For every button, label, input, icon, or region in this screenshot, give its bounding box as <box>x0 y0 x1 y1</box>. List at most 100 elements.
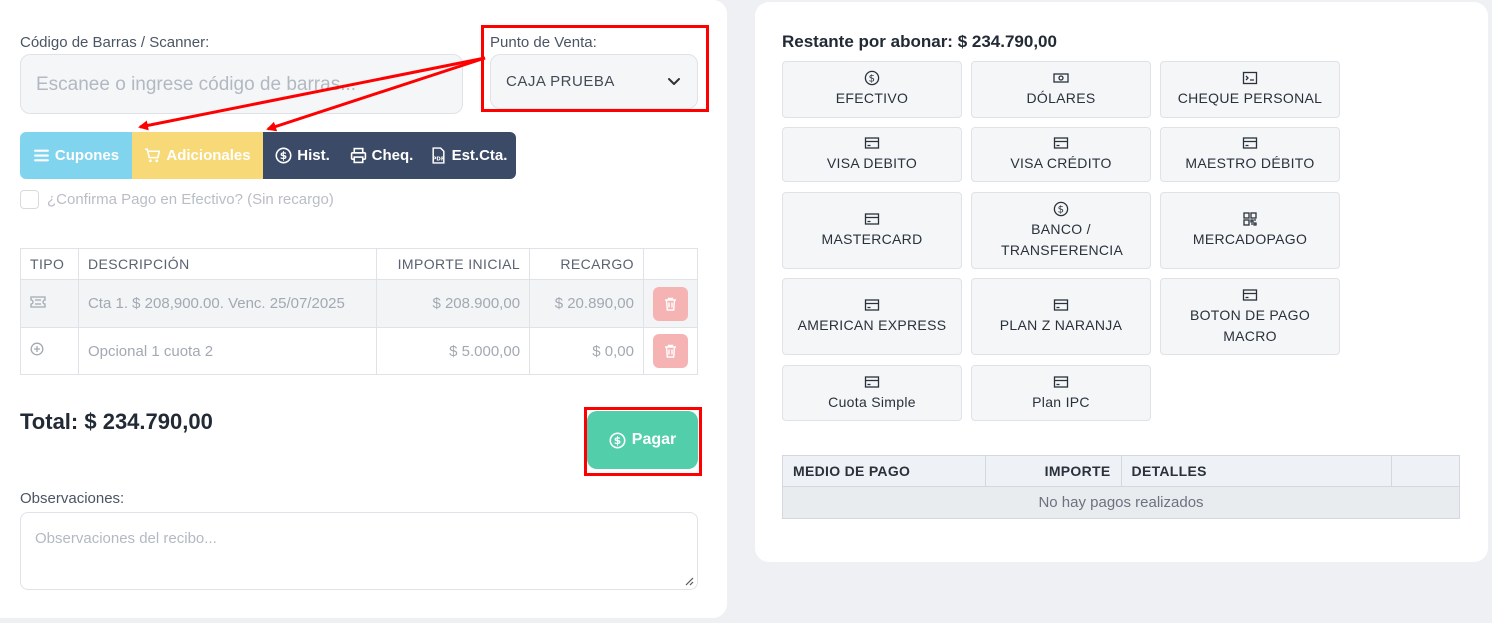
pagos-table: MEDIO DE PAGO IMPORTE DETALLES No hay pa… <box>782 455 1460 519</box>
pm-plan-ipc-button[interactable]: Plan IPC <box>971 365 1151 421</box>
col-tipo: TIPO <box>20 248 79 280</box>
table-row: Cta 1. $ 208,900.00. Venc. 25/07/2025 $ … <box>20 279 699 328</box>
pm-mercadopago-button[interactable]: MERCADOPAGO <box>1160 192 1340 269</box>
pm-banco-transferencia-button[interactable]: $ BANCO / TRANSFERENCIA <box>971 192 1151 269</box>
col-importe: IMPORTE <box>984 455 1122 487</box>
confirm-efectivo-label: ¿Confirma Pago en Efectivo? (Sin recargo… <box>47 191 334 208</box>
annotation-box <box>584 407 702 476</box>
descripcion-cell: Cta 1. $ 208,900.00. Venc. 25/07/2025 <box>77 279 378 328</box>
svg-text:$: $ <box>280 149 287 162</box>
pm-label: MASTERCARD <box>821 231 923 247</box>
restante-amount: Restante por abonar: $ 234.790,00 <box>782 32 1057 51</box>
cheque-button[interactable]: Cheq. <box>342 132 421 179</box>
pm-label: AMERICAN EXPRESS <box>797 317 947 333</box>
estado-cuenta-label: Est.Cta. <box>451 147 508 164</box>
observaciones-label: Observaciones: <box>20 490 125 507</box>
pm-label: Cuota Simple <box>828 393 916 410</box>
qr-code-icon <box>1243 212 1257 226</box>
cupones-button[interactable]: Cupones <box>20 132 132 179</box>
col-acciones <box>642 248 699 280</box>
trash-icon <box>664 297 676 311</box>
cash-icon <box>1053 73 1069 83</box>
recargo-cell: $ 0,00 <box>529 327 644 375</box>
cart-icon <box>145 148 161 163</box>
col-acciones <box>1391 455 1460 487</box>
credit-card-icon <box>1053 299 1069 311</box>
historial-button[interactable]: $ Hist. <box>263 132 342 179</box>
pm-label: Plan IPC <box>1032 393 1090 410</box>
items-table: TIPO DESCRIPCIÓN IMPORTE INICIAL RECARGO… <box>20 248 699 375</box>
ticket-icon <box>30 296 46 308</box>
dollar-circle-icon: $ <box>864 70 880 86</box>
confirm-efectivo-checkbox[interactable] <box>20 190 39 209</box>
dollar-circle-icon: $ <box>1053 201 1069 216</box>
historial-label: Hist. <box>297 147 330 164</box>
pm-label: MAESTRO DÉBITO <box>1185 155 1315 171</box>
recargo-cell: $ 20.890,00 <box>529 279 644 328</box>
adicionales-button[interactable]: Adicionales <box>132 132 263 179</box>
svg-text:$: $ <box>869 74 876 85</box>
pagos-table-header: MEDIO DE PAGO IMPORTE DETALLES <box>782 455 1460 487</box>
confirm-efectivo-row: ¿Confirma Pago en Efectivo? (Sin recargo… <box>20 190 334 209</box>
pm-label: VISA DEBITO <box>826 155 918 171</box>
items-table-header: TIPO DESCRIPCIÓN IMPORTE INICIAL RECARGO <box>20 248 699 280</box>
col-recargo: RECARGO <box>529 248 644 280</box>
dollar-circle-icon: $ <box>275 147 292 164</box>
printer-icon <box>350 147 366 164</box>
col-descripcion: DESCRIPCIÓN <box>77 248 378 280</box>
col-detalles: DETALLES <box>1120 455 1393 487</box>
pm-label: VISA CRÉDITO <box>1010 155 1112 171</box>
tipo-cell <box>20 327 79 375</box>
pagos-empty-message: No hay pagos realizados <box>782 486 1460 519</box>
pm-cheque-personal-button[interactable]: CHEQUE PERSONAL <box>1160 61 1340 118</box>
importe-cell: $ 208.900,00 <box>376 279 531 328</box>
pm-label: BANCO / TRANSFERENCIA <box>1001 220 1124 258</box>
pm-label: BOTON DE PAGO MACRO <box>1189 306 1311 344</box>
credit-card-icon <box>864 213 880 225</box>
barcode-label: Código de Barras / Scanner: <box>20 34 210 51</box>
observaciones-placeholder: Observaciones del recibo... <box>35 530 217 547</box>
credit-card-icon <box>864 299 880 311</box>
pm-visa-credito-button[interactable]: VISA CRÉDITO <box>971 127 1151 182</box>
pm-american-express-button[interactable]: AMERICAN EXPRESS <box>782 278 962 355</box>
credit-card-icon <box>1053 137 1069 149</box>
col-medio-pago: MEDIO DE PAGO <box>782 455 986 487</box>
credit-card-icon <box>864 375 880 388</box>
total-amount: Total: $ 234.790,00 <box>20 409 213 434</box>
pm-maestro-debito-button[interactable]: MAESTRO DÉBITO <box>1160 127 1340 182</box>
adicionales-label: Adicionales <box>166 147 251 164</box>
pm-label: CHEQUE PERSONAL <box>1177 90 1323 106</box>
cheque-label: Cheq. <box>371 147 414 164</box>
action-button-group: Cupones Adicionales $ Hist. Cheq. PDF Es… <box>20 132 516 179</box>
svg-text:$: $ <box>1058 204 1065 215</box>
pm-label: PLAN Z NARANJA <box>999 317 1123 333</box>
tipo-cell <box>20 279 79 328</box>
col-importe-inicial: IMPORTE INICIAL <box>376 248 531 280</box>
pm-visa-debito-button[interactable]: VISA DEBITO <box>782 127 962 182</box>
pm-boton-pago-macro-button[interactable]: BOTON DE PAGO MACRO <box>1160 278 1340 355</box>
descripcion-cell: Opcional 1 cuota 2 <box>77 327 378 375</box>
pm-label: DÓLARES <box>1026 90 1096 106</box>
plus-circle-icon <box>30 342 44 356</box>
delete-button[interactable] <box>652 286 688 321</box>
svg-text:PDF: PDF <box>432 156 444 162</box>
pm-efectivo-button[interactable]: $ EFECTIVO <box>782 61 962 118</box>
pm-mastercard-button[interactable]: MASTERCARD <box>782 192 962 269</box>
terminal-icon <box>1242 71 1258 85</box>
delete-button[interactable] <box>652 334 688 368</box>
estado-cuenta-button[interactable]: PDF Est.Cta. <box>421 132 516 179</box>
trash-icon <box>664 344 676 358</box>
pm-label: MERCADOPAGO <box>1192 231 1308 247</box>
acciones-cell <box>642 327 699 375</box>
pm-dolares-button[interactable]: DÓLARES <box>971 61 1151 118</box>
barcode-input[interactable]: Escanee o ingrese código de barras... <box>20 54 463 114</box>
pm-plan-z-naranja-button[interactable]: PLAN Z NARANJA <box>971 278 1151 355</box>
importe-cell: $ 5.000,00 <box>376 327 531 375</box>
pm-cuota-simple-button[interactable]: Cuota Simple <box>782 365 962 421</box>
acciones-cell <box>642 279 699 328</box>
credit-card-icon <box>1242 288 1258 301</box>
observaciones-textarea[interactable]: Observaciones del recibo... <box>20 512 698 590</box>
resize-grip-icon[interactable] <box>685 577 694 586</box>
cupones-label: Cupones <box>54 147 120 164</box>
table-row: Opcional 1 cuota 2 $ 5.000,00 $ 0,00 <box>20 327 699 375</box>
